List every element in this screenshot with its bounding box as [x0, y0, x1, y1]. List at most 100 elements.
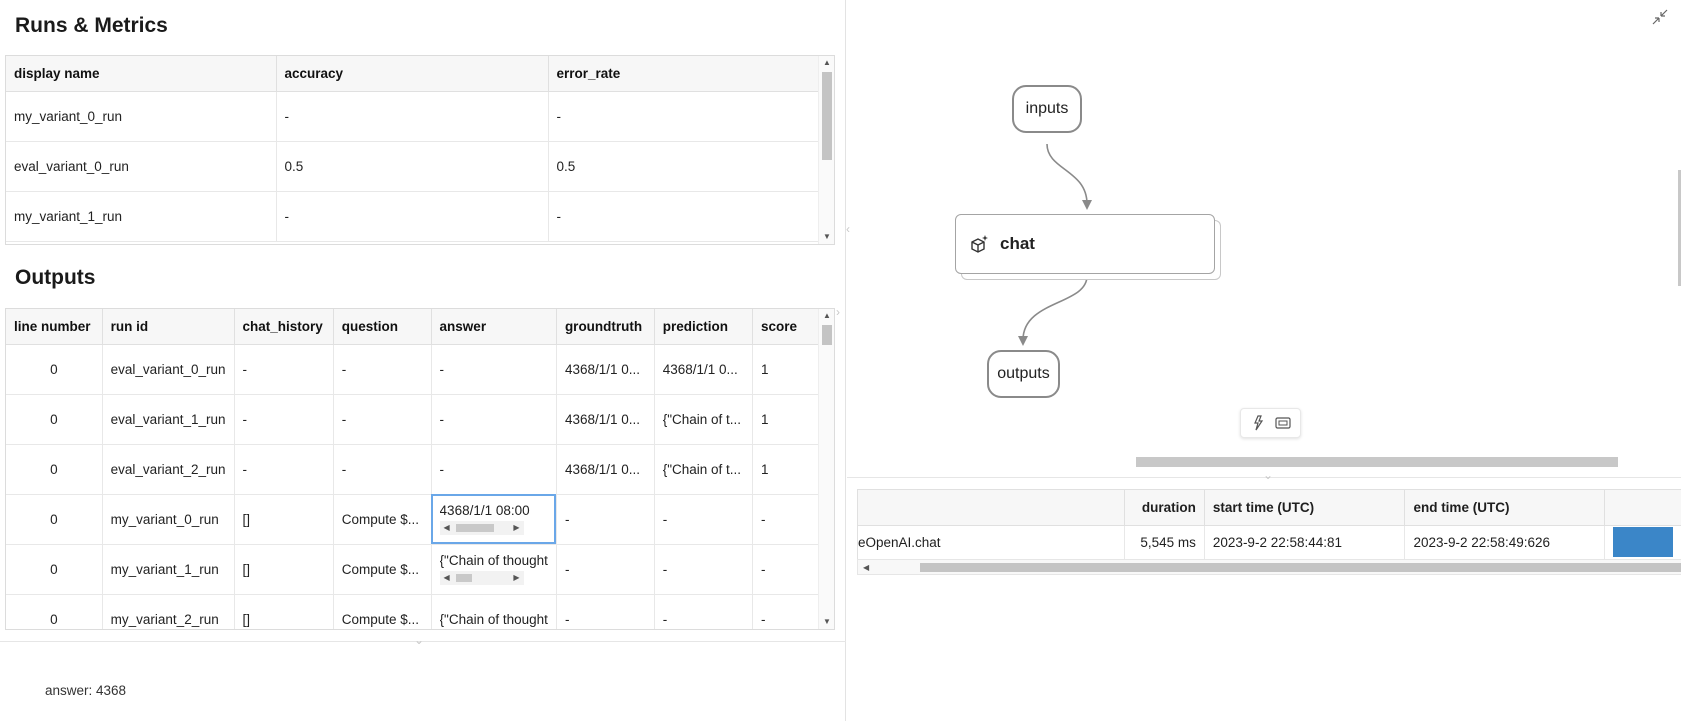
column-header-display-name[interactable]: display name	[6, 56, 277, 92]
cell[interactable]: my_variant_1_run	[6, 191, 277, 242]
cell[interactable]: Compute $...	[333, 494, 432, 545]
cell[interactable]: eval_variant_1_run	[102, 394, 235, 445]
cell[interactable]: 0	[6, 394, 103, 445]
scroll-thumb[interactable]	[920, 563, 1681, 572]
column-header-duration[interactable]: duration	[1124, 490, 1205, 526]
cell-scrollbar[interactable]: ◀ ▶	[439, 521, 524, 535]
column-header-answer[interactable]: answer	[431, 309, 557, 345]
splitter-grip-icon[interactable]: ⌄	[1263, 468, 1273, 482]
scroll-thumb[interactable]	[455, 574, 472, 582]
cell[interactable]: -	[333, 344, 432, 395]
cell[interactable]: -	[333, 394, 432, 445]
cell[interactable]: 4368/1/1 0...	[556, 344, 655, 395]
scroll-down-icon[interactable]: ▼	[819, 230, 834, 244]
answer-cell[interactable]: {"Chain of thought	[431, 594, 557, 629]
cell[interactable]: eval_variant_0_run	[6, 141, 277, 192]
cell[interactable]: 0	[6, 494, 103, 545]
scroll-thumb[interactable]	[822, 72, 832, 160]
node-inputs[interactable]: inputs	[1012, 85, 1082, 133]
trace-hscrollbar[interactable]: ◀	[857, 559, 1681, 575]
cell[interactable]: 4368/1/1 0...	[556, 444, 655, 495]
table-row[interactable]: 0 my_variant_1_run [] Compute $... {"Cha…	[6, 544, 834, 595]
scroll-left-icon[interactable]: ◀	[444, 521, 450, 535]
scroll-left-icon[interactable]: ◀	[444, 571, 450, 585]
span-duration[interactable]: 5,545 ms	[1124, 525, 1205, 559]
fit-view-button[interactable]	[1272, 412, 1294, 434]
auto-layout-button[interactable]	[1247, 412, 1269, 434]
cell[interactable]: -	[234, 344, 334, 395]
cell[interactable]: Compute $...	[333, 594, 432, 629]
column-header-accuracy[interactable]: accuracy	[276, 56, 549, 92]
cell[interactable]: my_variant_1_run	[102, 544, 235, 595]
column-header-timeline[interactable]	[1604, 490, 1681, 526]
expand-right-icon[interactable]: ›	[836, 305, 840, 319]
cell[interactable]: -	[654, 494, 754, 545]
cell[interactable]: -	[556, 544, 655, 595]
scroll-thumb[interactable]	[822, 325, 832, 345]
cell[interactable]: -	[654, 594, 754, 629]
cell[interactable]: Compute $...	[333, 544, 432, 595]
cell[interactable]: {"Chain of t...	[654, 394, 754, 445]
cell[interactable]: -	[333, 444, 432, 495]
table-row[interactable]: my_variant_0_run - -	[6, 91, 821, 142]
timeline-bar[interactable]	[1613, 527, 1674, 558]
scroll-up-icon[interactable]: ▲	[819, 56, 834, 70]
graph-hscrollbar[interactable]	[1136, 457, 1618, 467]
cell[interactable]: my_variant_0_run	[102, 494, 235, 545]
scroll-left-icon[interactable]: ◀	[863, 560, 869, 575]
cell[interactable]: 4368/1/1 0...	[654, 344, 754, 395]
cell[interactable]: -	[234, 444, 334, 495]
cell[interactable]: my_variant_2_run	[102, 594, 235, 629]
span-end-time[interactable]: 2023-9-2 22:58:49:626	[1404, 525, 1606, 559]
scroll-right-icon[interactable]: ▶	[513, 571, 519, 585]
runs-metrics-scrollbar[interactable]: ▲ ▼	[818, 56, 834, 244]
scroll-right-icon[interactable]: ▶	[513, 521, 519, 535]
cell[interactable]: -	[548, 91, 821, 142]
node-outputs[interactable]: outputs	[987, 350, 1060, 398]
cell[interactable]: 0	[6, 594, 103, 629]
column-header-error-rate[interactable]: error_rate	[548, 56, 821, 92]
cell[interactable]: my_variant_0_run	[6, 91, 277, 142]
table-row[interactable]: eval_variant_0_run 0.5 0.5	[6, 141, 821, 192]
cell[interactable]: -	[654, 544, 754, 595]
column-header-line-number[interactable]: line number	[6, 309, 103, 345]
cell[interactable]: -	[276, 91, 549, 142]
table-row[interactable]: 0 my_variant_2_run [] Compute $... {"Cha…	[6, 594, 834, 629]
cell[interactable]: 0	[6, 344, 103, 395]
cell[interactable]: eval_variant_2_run	[102, 444, 235, 495]
scroll-down-icon[interactable]: ▼	[819, 615, 834, 629]
cell[interactable]: 0.5	[276, 141, 549, 192]
span-name[interactable]: eOpenAI.chat	[858, 525, 1125, 559]
table-row[interactable]: 0 eval_variant_1_run - - - 4368/1/1 0...…	[6, 394, 834, 445]
span-timeline[interactable]	[1604, 525, 1681, 559]
table-row[interactable]: my_variant_1_run - -	[6, 191, 821, 242]
column-header-prediction[interactable]: prediction	[654, 309, 754, 345]
column-header-groundtruth[interactable]: groundtruth	[556, 309, 655, 345]
column-header-start-time[interactable]: start time (UTC)	[1204, 490, 1406, 526]
cell[interactable]: -	[548, 191, 821, 242]
node-chat[interactable]: chat	[955, 214, 1215, 274]
outputs-scrollbar[interactable]: ▲ ▼	[818, 309, 834, 629]
table-row[interactable]: 0 eval_variant_0_run - - - 4368/1/1 0...…	[6, 344, 834, 395]
table-row[interactable]: 0 eval_variant_2_run - - - 4368/1/1 0...…	[6, 444, 834, 495]
cell-scrollbar[interactable]: ◀ ▶	[439, 571, 524, 585]
splitter-grip-icon[interactable]: ⌄	[414, 633, 424, 647]
cell[interactable]: 0.5	[548, 141, 821, 192]
column-header-run-id[interactable]: run id	[102, 309, 235, 345]
cell[interactable]: -	[431, 444, 557, 495]
cell[interactable]: []	[234, 494, 334, 545]
cell[interactable]: -	[556, 594, 655, 629]
answer-cell[interactable]: {"Chain of thought ◀ ▶	[431, 544, 557, 595]
cell[interactable]: 4368/1/1 0...	[556, 394, 655, 445]
cell[interactable]: {"Chain of t...	[654, 444, 754, 495]
table-row[interactable]: eOpenAI.chat 5,545 ms 2023-9-2 22:58:44:…	[858, 525, 1681, 559]
column-header-name[interactable]	[858, 490, 1125, 526]
cell[interactable]: -	[431, 344, 557, 395]
cell[interactable]: 0	[6, 444, 103, 495]
cell[interactable]: -	[234, 394, 334, 445]
scroll-thumb[interactable]	[455, 524, 494, 532]
span-start-time[interactable]: 2023-9-2 22:58:44:81	[1204, 525, 1406, 559]
column-header-question[interactable]: question	[333, 309, 432, 345]
cell[interactable]: []	[234, 594, 334, 629]
selected-answer-cell[interactable]: 4368/1/1 08:00 ◀ ▶	[431, 494, 557, 545]
